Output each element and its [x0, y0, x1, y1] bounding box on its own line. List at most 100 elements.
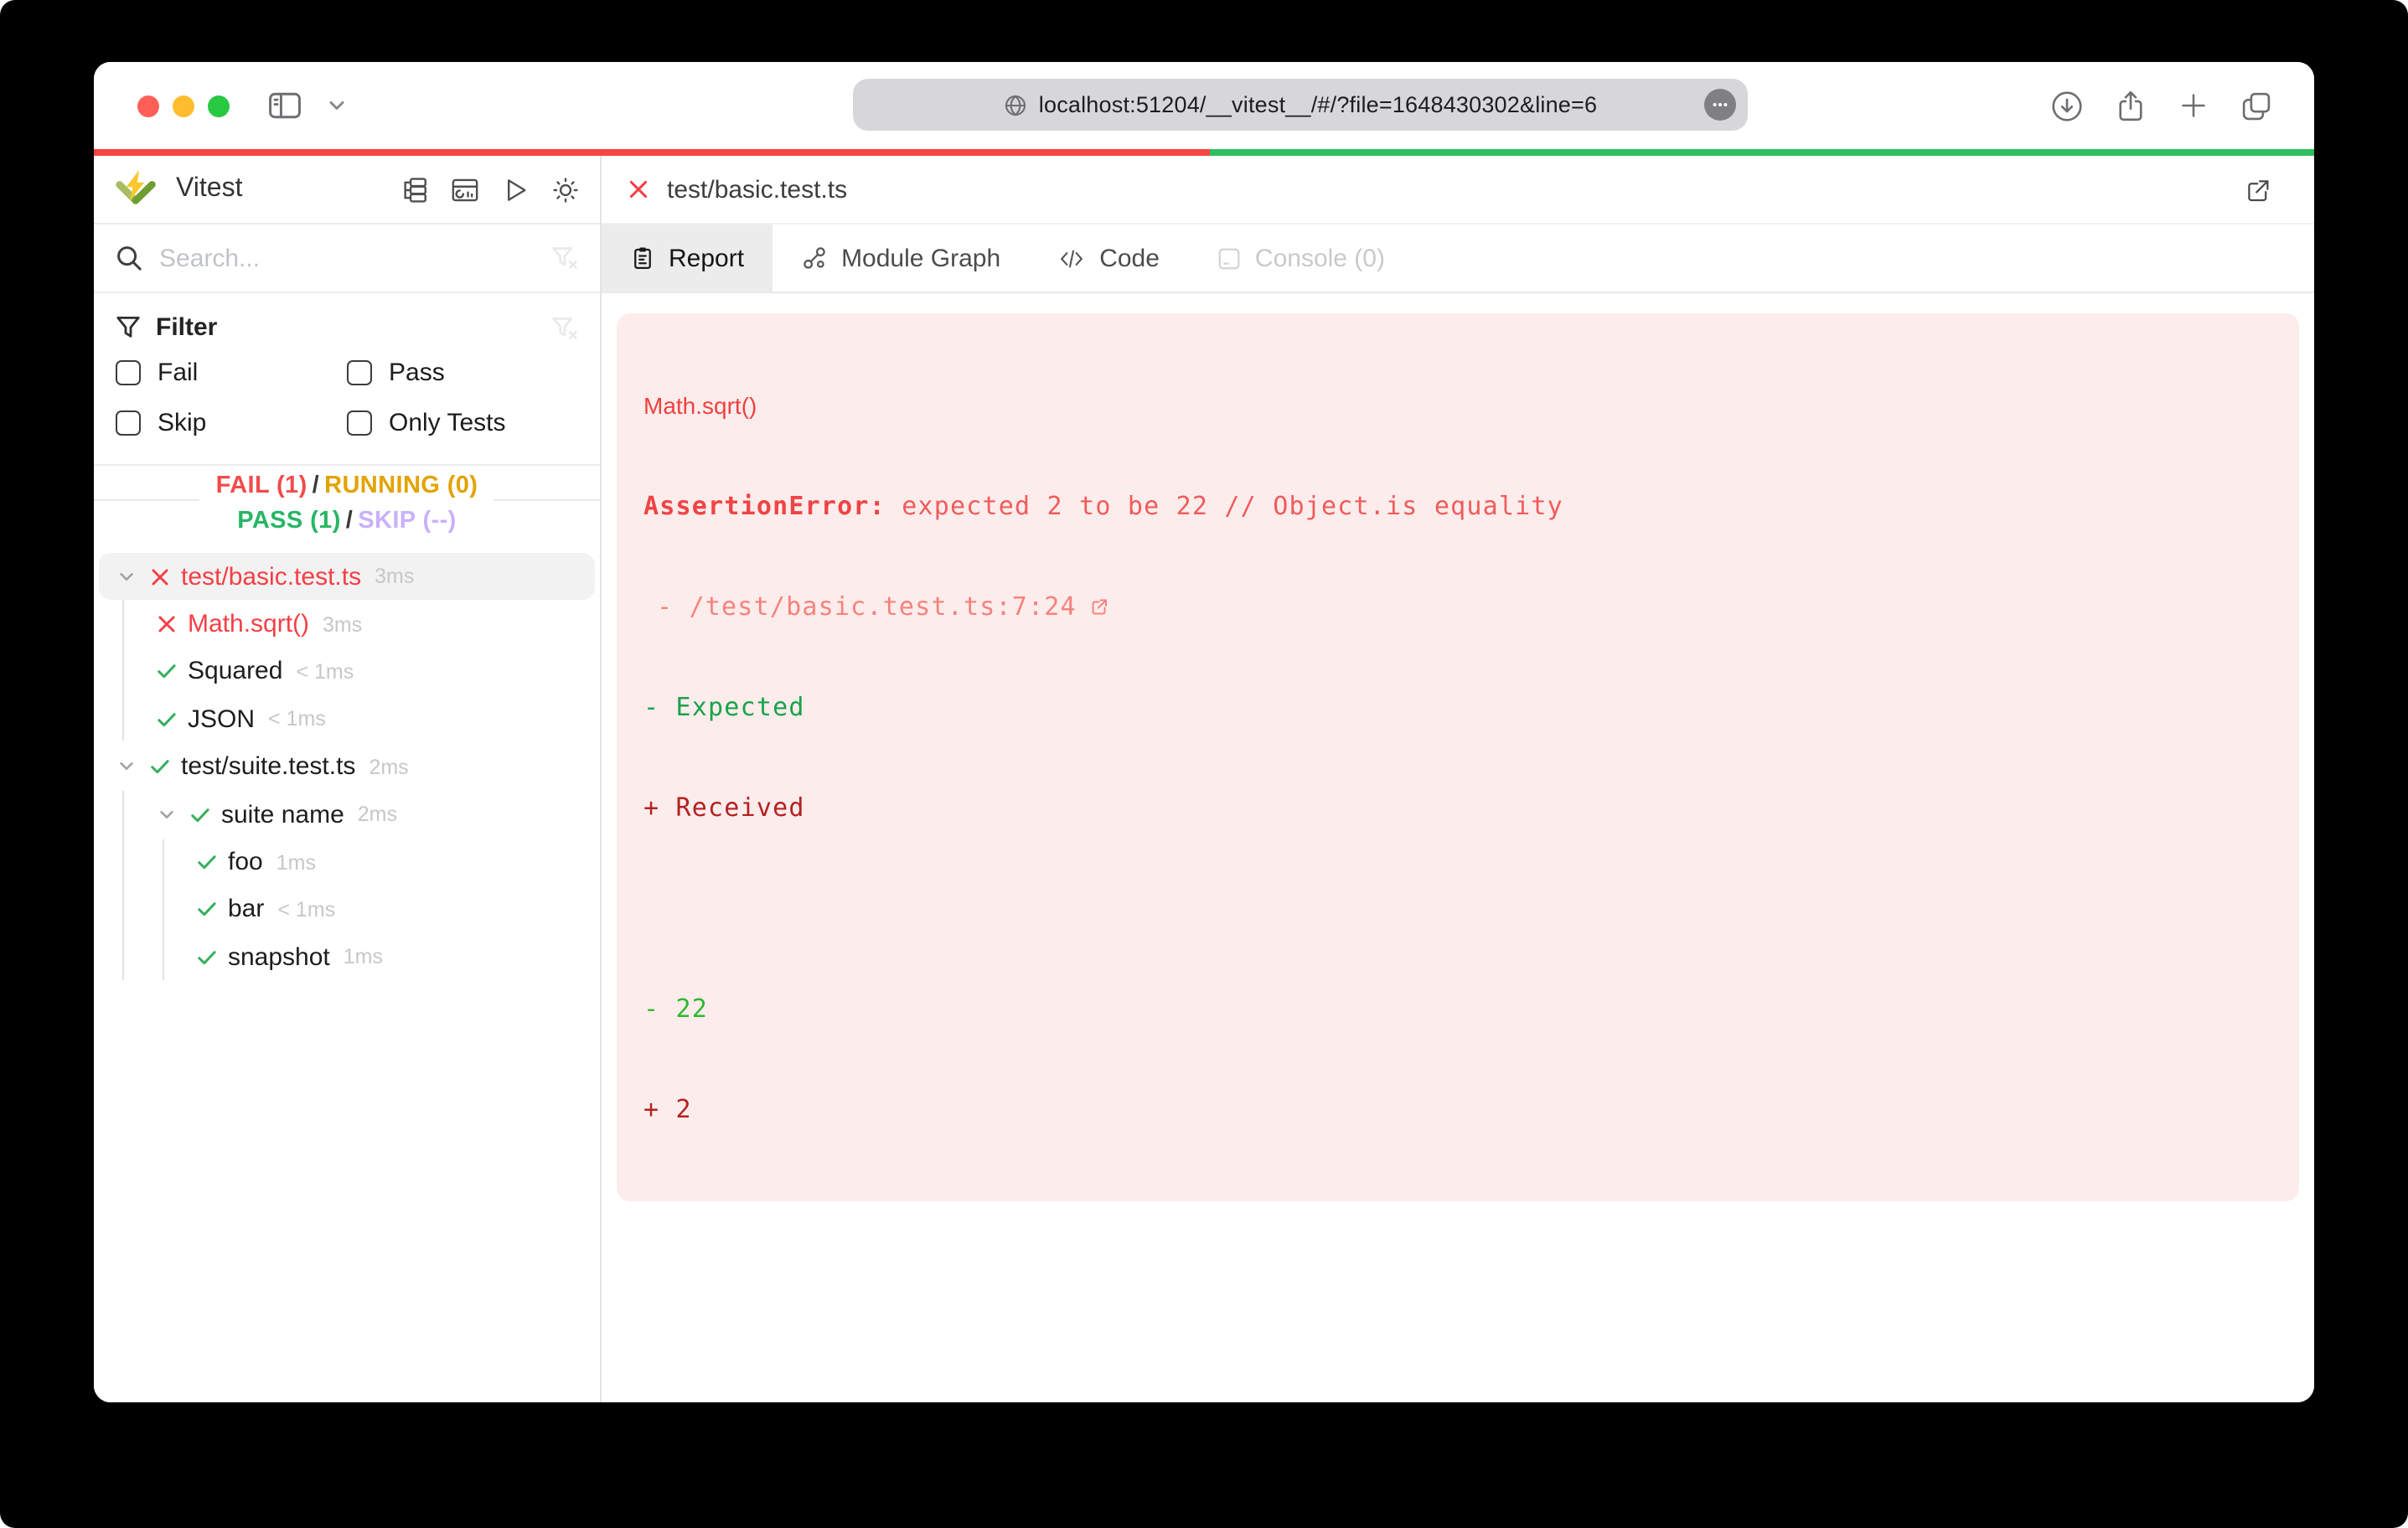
chevron-down-icon[interactable]	[327, 96, 347, 116]
stack-trace-line: - /test/basic.test.ts:7:24	[643, 590, 2272, 623]
test-tree: test/basic.test.ts 3ms Math.sqrt() 3ms S…	[94, 550, 600, 1402]
globe-icon	[1004, 93, 1027, 116]
test-tree-row[interactable]: suite name 2ms	[99, 791, 595, 839]
filter-title: Filter	[156, 313, 218, 342]
progress-passed-segment	[1209, 149, 2314, 156]
pass-check-icon	[155, 661, 177, 683]
test-tree-row[interactable]: foo 1ms	[99, 839, 595, 886]
filter-option[interactable]: Skip	[116, 405, 347, 439]
checkbox[interactable]	[347, 359, 372, 385]
clear-search-icon[interactable]	[551, 245, 578, 271]
test-progress-bar	[94, 149, 2314, 156]
test-duration: 3ms	[375, 565, 415, 589]
filter-option[interactable]: Fail	[116, 355, 347, 389]
filter-option[interactable]: Only Tests	[347, 405, 578, 439]
tab-label: Console (0)	[1254, 244, 1385, 272]
tab-module-graph[interactable]: Module Graph	[773, 225, 1029, 292]
test-name: Squared	[188, 657, 283, 686]
new-tab-icon[interactable]	[2177, 89, 2210, 122]
zoom-window-button[interactable]	[208, 95, 230, 116]
test-duration: < 1ms	[296, 659, 354, 684]
chevron-down-icon[interactable]	[149, 805, 183, 823]
open-file-name: test/basic.test.ts	[667, 175, 848, 204]
screen-background: localhost:51204/__vitest__/#/?file=16484…	[0, 0, 2408, 1528]
diff-received-label: + Received	[643, 792, 805, 823]
fail-cross-icon	[627, 178, 650, 201]
tree-view-icon[interactable]	[400, 175, 429, 204]
open-in-editor-icon[interactable]	[2244, 175, 2272, 204]
summary-separator: /	[345, 508, 354, 534]
tab-code[interactable]: Code	[1029, 225, 1188, 292]
chevron-down-icon[interactable]	[109, 758, 142, 777]
error-report-panel: Math.sqrt() AssertionError: expected 2 t…	[617, 313, 2299, 1201]
filter-icon	[116, 315, 141, 340]
test-tree-row[interactable]: test/basic.test.ts 3ms	[99, 553, 595, 601]
pass-check-icon	[189, 803, 210, 825]
test-status-icon	[149, 613, 183, 635]
page-settings-button[interactable]	[1704, 89, 1736, 121]
test-status-icon	[142, 565, 176, 587]
filter-option[interactable]: Pass	[347, 355, 578, 389]
test-status-icon	[189, 947, 223, 968]
test-tree-row[interactable]: Squared < 1ms	[99, 648, 595, 696]
summary-pass-count: PASS (1)	[237, 508, 341, 534]
tab-label: Report	[669, 244, 745, 272]
test-tree-row[interactable]: bar < 1ms	[99, 885, 595, 933]
tab-label: Module Graph	[841, 244, 1001, 272]
diff-expected-label: - Expected	[643, 692, 805, 722]
test-duration: 3ms	[323, 612, 363, 637]
clear-filter-icon[interactable]	[551, 314, 578, 341]
tab-console[interactable]: Console (0)	[1188, 225, 1413, 292]
test-tree-row[interactable]: Math.sqrt() 3ms	[99, 601, 595, 648]
test-tree-row[interactable]: snapshot 1ms	[99, 933, 595, 981]
test-tree-row[interactable]: JSON < 1ms	[99, 695, 595, 743]
pass-check-icon	[195, 899, 217, 921]
sidebar-toggle-icon[interactable]	[266, 87, 303, 124]
test-duration: 1ms	[276, 850, 316, 875]
test-name: foo	[228, 848, 263, 877]
diff-added-line: + 2	[643, 1094, 692, 1124]
share-icon[interactable]	[2113, 88, 2148, 123]
summary-separator: /	[312, 472, 320, 499]
theme-toggle-icon[interactable]	[551, 175, 580, 204]
checkbox[interactable]	[347, 410, 372, 435]
close-window-button[interactable]	[137, 95, 159, 116]
progress-failed-segment	[94, 149, 1210, 156]
checkbox-label: Only Tests	[389, 408, 506, 436]
console-icon	[1217, 245, 1242, 271]
summary-skip-count: SKIP (--)	[358, 508, 457, 534]
search-input[interactable]	[159, 244, 551, 272]
checkbox-label: Pass	[389, 358, 445, 386]
minimize-window-button[interactable]	[173, 95, 194, 116]
main-panel: test/basic.test.ts Report Module Graph C…	[602, 156, 2314, 1402]
test-duration: 2ms	[357, 803, 397, 827]
address-bar[interactable]: localhost:51204/__vitest__/#/?file=16484…	[853, 79, 1748, 131]
test-summary: FAIL (1) / RUNNING (0) PASS (1) / SKIP (--)	[94, 466, 600, 550]
module-graph-icon	[801, 245, 828, 271]
tab-report[interactable]: Report	[602, 225, 773, 292]
downloads-icon[interactable]	[2049, 88, 2085, 123]
report-view: Math.sqrt() AssertionError: expected 2 t…	[602, 293, 2314, 1221]
stack-location-link[interactable]: - /test/basic.test.ts:7:24	[657, 590, 1077, 623]
sidebar-header: Vitest	[94, 156, 600, 225]
url-text: localhost:51204/__vitest__/#/?file=16484…	[1038, 92, 1598, 117]
run-all-icon[interactable]	[501, 175, 530, 204]
test-tree-row[interactable]: test/suite.test.ts 2ms	[99, 743, 595, 791]
checkbox[interactable]	[116, 410, 141, 435]
pass-check-icon	[195, 851, 217, 873]
chevron-down-icon[interactable]	[109, 567, 142, 586]
dashboard-icon[interactable]	[451, 175, 479, 204]
test-status-icon	[142, 756, 176, 778]
file-header: test/basic.test.ts	[602, 156, 2314, 225]
tab-overview-icon[interactable]	[2239, 88, 2274, 123]
checkbox-label: Fail	[158, 358, 199, 386]
test-status-icon	[189, 899, 223, 921]
fail-cross-icon	[155, 613, 177, 635]
test-duration: 1ms	[343, 945, 384, 969]
checkbox[interactable]	[116, 359, 141, 385]
test-name: Math.sqrt()	[188, 610, 310, 639]
open-in-editor-icon[interactable]	[1090, 596, 1110, 617]
pass-check-icon	[148, 756, 170, 778]
test-name: test/basic.test.ts	[181, 562, 362, 591]
